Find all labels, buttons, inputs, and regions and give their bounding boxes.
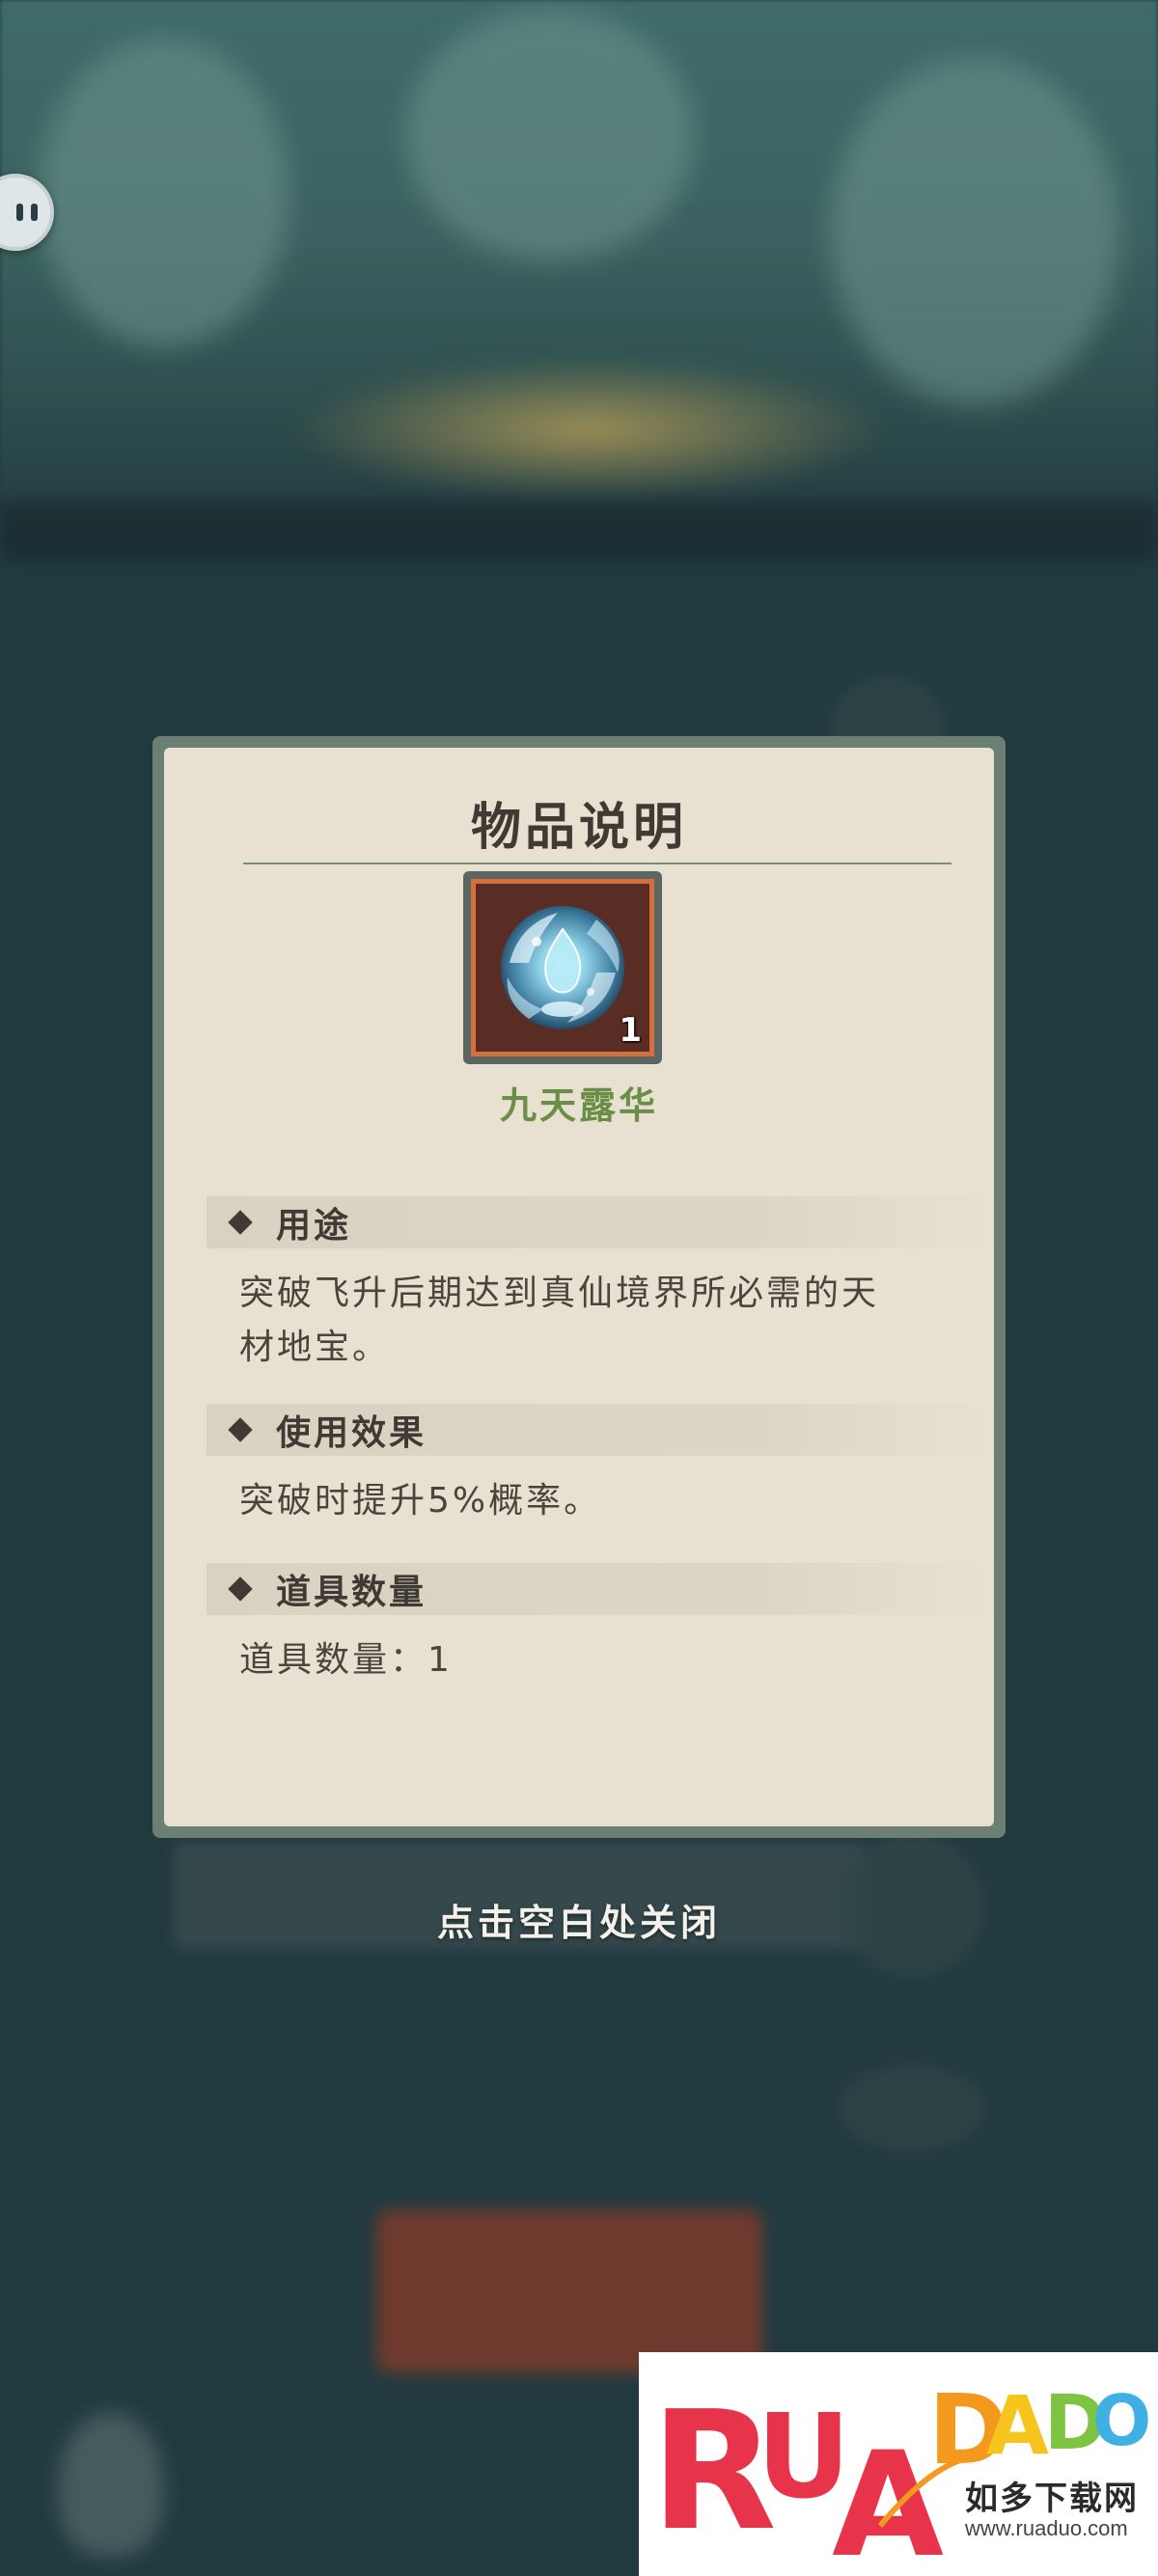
chat-face-icon — [16, 204, 38, 221]
item-slot-frame: 1 — [471, 879, 654, 1056]
svg-text:A: A — [986, 2378, 1049, 2473]
section-label: 使用效果 — [276, 1413, 427, 1453]
background-tree — [830, 58, 1119, 405]
section-header-usage: 用途 — [207, 1196, 998, 1248]
diamond-bullet-icon — [228, 1210, 253, 1235]
site-watermark: R U A D A D O 如多下载网 www.ruaduo.com — [639, 2352, 1158, 2576]
section-header-quantity: 道具数量 — [207, 1563, 998, 1615]
background-tree — [405, 10, 695, 260]
watermark-site-name: 如多下载网 — [965, 2480, 1139, 2518]
watermark-url: www.ruaduo.com — [965, 2516, 1128, 2540]
section-label: 用途 — [276, 1206, 352, 1246]
diamond-bullet-icon — [228, 1576, 253, 1602]
item-count-badge: 1 — [619, 1011, 642, 1050]
modal-panel: 物品说明 1 九天露华 用途 突破飞升后期达到真仙境界所必需的天材地宝。 使用效… — [164, 748, 998, 1826]
background-glow — [290, 357, 888, 502]
background-figure — [58, 2412, 164, 2557]
section-body-quantity: 道具数量：1 — [239, 1640, 453, 1680]
section-header-effect: 使用效果 — [207, 1404, 998, 1456]
background-red-button — [376, 2209, 762, 2373]
section-body-effect: 突破时提升5%概率。 — [239, 1481, 602, 1521]
background-band — [0, 502, 1158, 560]
modal-title: 物品说明 — [470, 798, 687, 857]
item-name: 九天露华 — [499, 1084, 658, 1127]
title-divider — [243, 863, 951, 864]
svg-text:A: A — [832, 2422, 944, 2576]
item-description-modal[interactable]: 物品说明 1 九天露华 用途 突破飞升后期达到真仙境界所必需的天材地宝。 使用效… — [152, 736, 1006, 1838]
background-circle — [840, 2065, 984, 2151]
background-tree — [39, 39, 290, 347]
diamond-bullet-icon — [228, 1417, 253, 1442]
section-label: 道具数量 — [276, 1573, 427, 1612]
section-body-usage: 突破飞升后期达到真仙境界所必需的天材地宝。 — [239, 1274, 880, 1367]
item-slot: 1 — [463, 871, 662, 1064]
close-hint-text[interactable]: 点击空白处关闭 — [0, 1893, 1158, 1946]
ruadado-logo: R U A D A D O — [650, 2373, 1151, 2576]
dew-orb-icon — [501, 906, 624, 1029]
svg-text:O: O — [1092, 2380, 1151, 2461]
